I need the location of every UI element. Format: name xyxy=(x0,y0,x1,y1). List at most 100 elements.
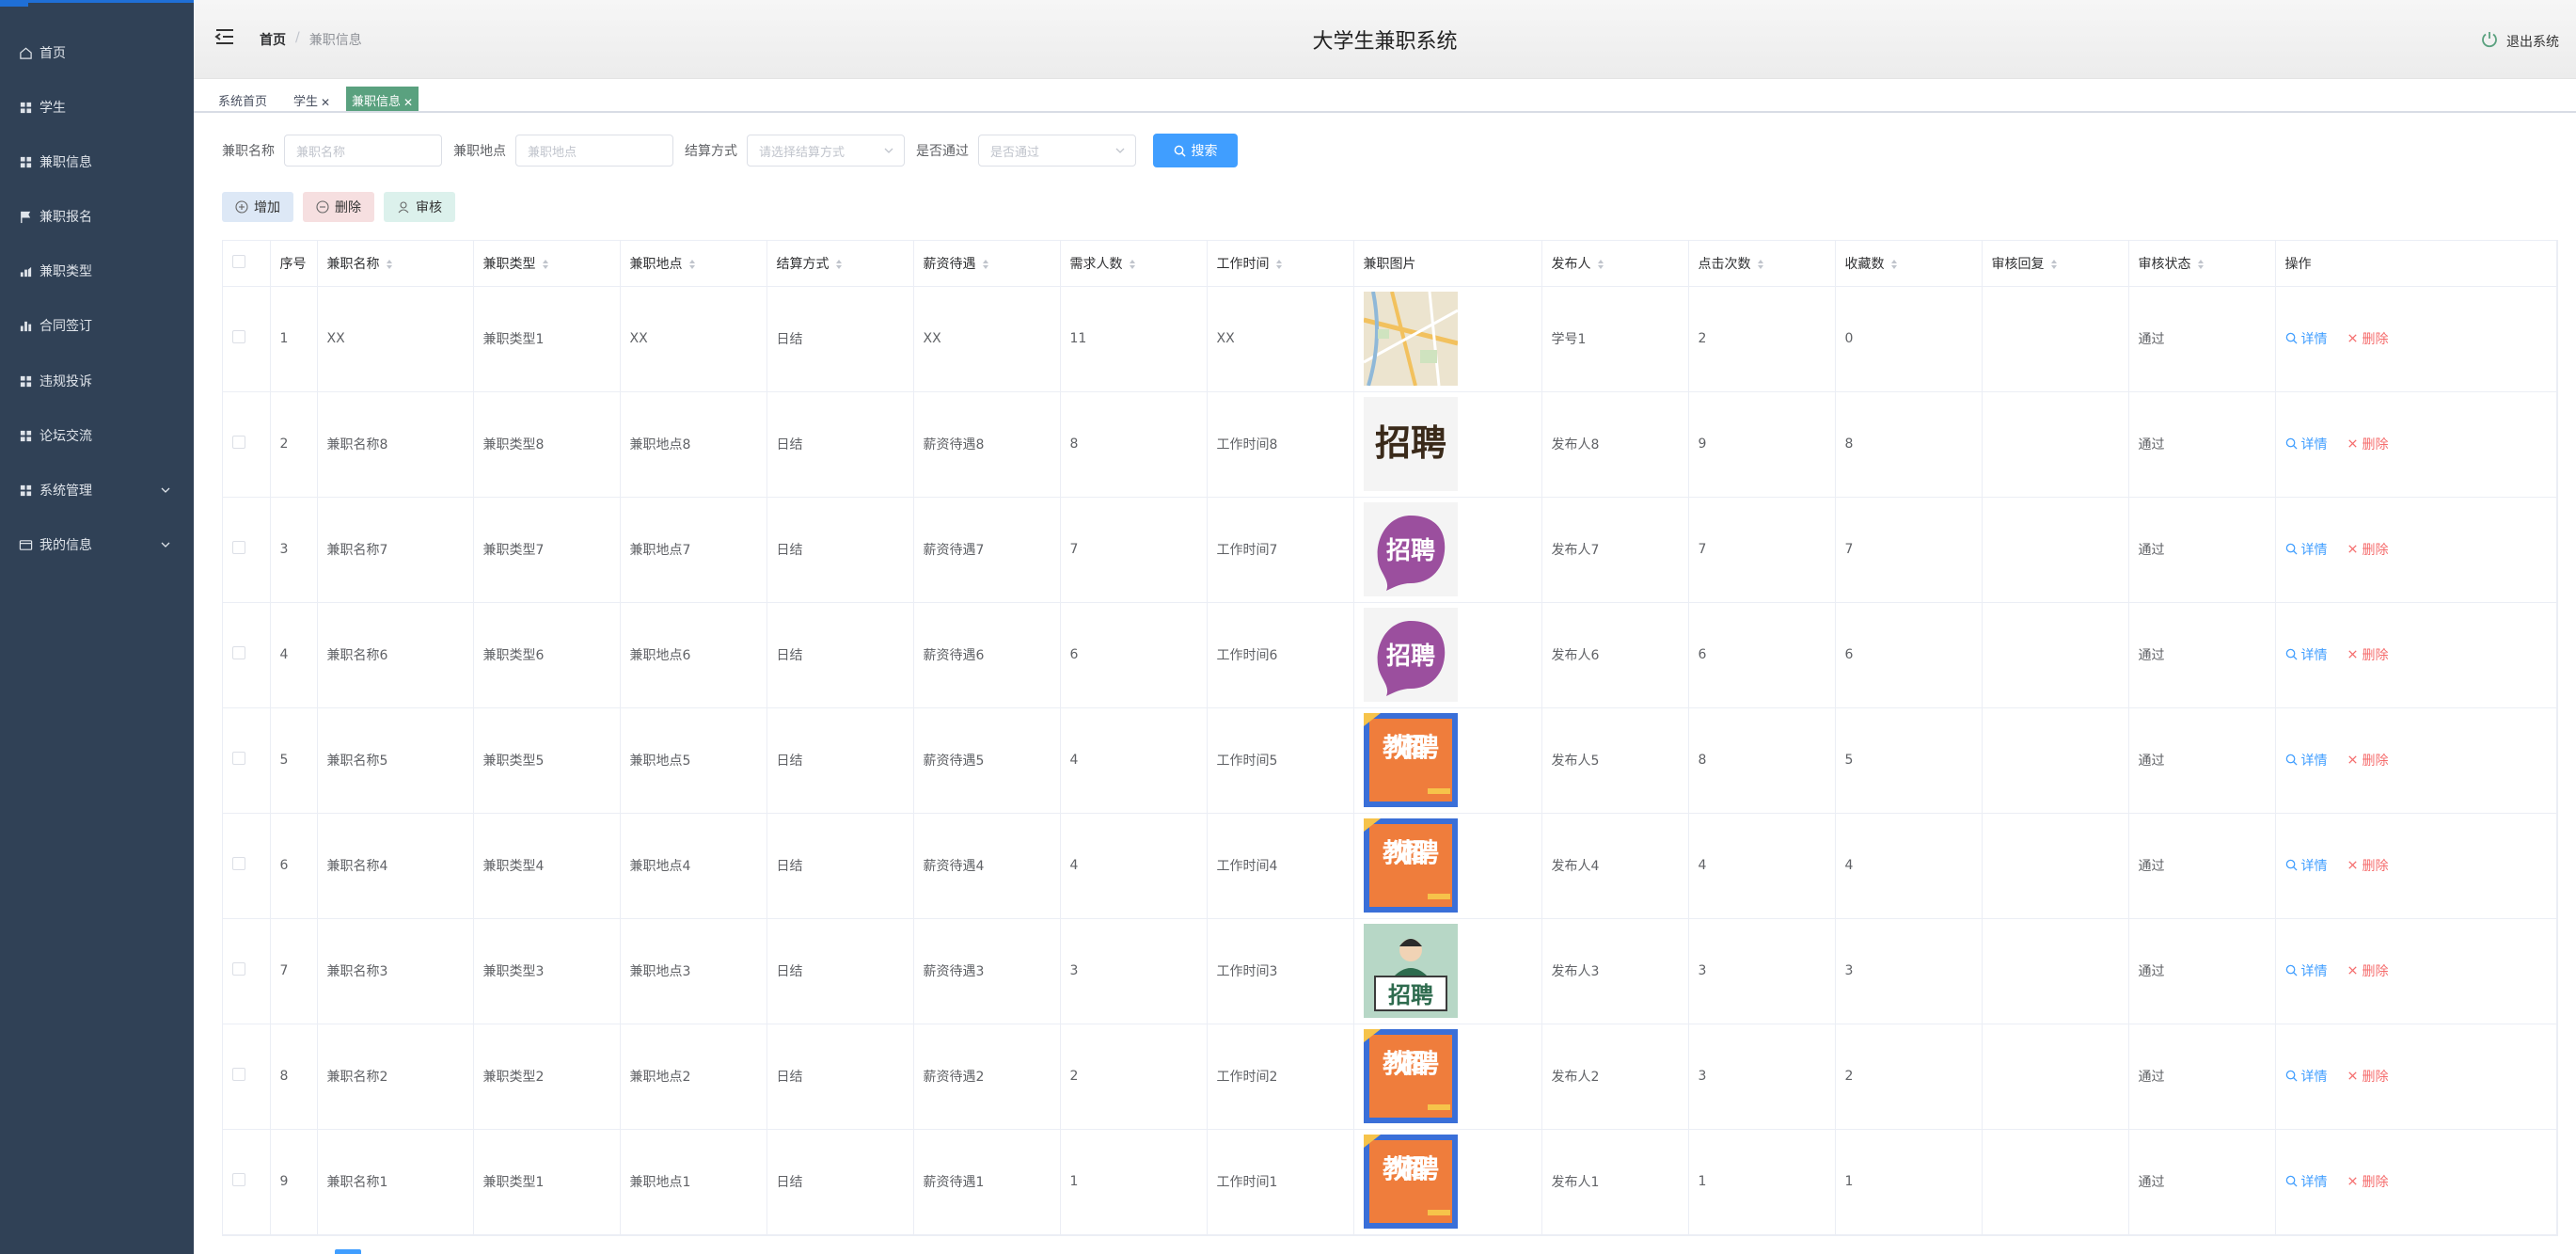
sort-icon[interactable] xyxy=(2050,259,2058,270)
row-delete-button[interactable]: 删除 xyxy=(2347,751,2389,770)
cell-reply xyxy=(1982,602,2129,708)
sort-icon[interactable] xyxy=(688,259,696,270)
add-button[interactable]: 增加 xyxy=(222,192,293,222)
table-row[interactable]: 2 兼职名称8 兼职类型8 兼职地点8 日结 薪资待遇8 8 工作时间8 招聘 发布人8 9 8 通过详… xyxy=(223,391,2557,498)
cell-type: 兼职类型7 xyxy=(473,497,621,603)
job-image-text: 教师招聘 xyxy=(1383,1048,1439,1079)
header-select-all[interactable] xyxy=(223,241,271,287)
row-select[interactable] xyxy=(223,813,271,919)
checkbox[interactable] xyxy=(232,436,245,449)
cell-salary: 薪资待遇4 xyxy=(913,813,1061,919)
sidebar-item-7[interactable]: 违规投诉 xyxy=(0,362,194,400)
detail-button[interactable]: 详情 xyxy=(2285,540,2328,559)
row-select[interactable] xyxy=(223,1024,271,1130)
table-row[interactable]: 6 兼职名称4 兼职类型4 兼职地点4 日结 薪资待遇4 4 工作时间4 教师招聘 发布人4 4 4 通… xyxy=(223,813,2557,919)
sort-icon[interactable] xyxy=(1275,259,1283,270)
column-header-label: 收藏数 xyxy=(1844,256,1885,272)
cell-favs: 5 xyxy=(1835,707,1983,814)
row-delete-button[interactable]: 删除 xyxy=(2347,1067,2389,1086)
row-select[interactable] xyxy=(223,602,271,708)
search-button[interactable]: 搜索 xyxy=(1153,134,1238,167)
place-input[interactable]: 兼职地点 xyxy=(515,135,673,167)
sort-icon[interactable] xyxy=(2197,259,2205,270)
cell-publisher: 发布人7 xyxy=(1541,497,1689,603)
tag-home[interactable]: 系统首页 xyxy=(213,87,273,111)
table-row[interactable]: 9 兼职名称1 兼职类型1 兼职地点1 日结 薪资待遇1 1 工作时间1 教师招聘 发布人1 1 1 通… xyxy=(223,1129,2557,1235)
sidebar-item-9[interactable]: 系统管理 xyxy=(0,471,194,509)
column-header-label: 审核状态 xyxy=(2138,256,2191,272)
row-delete-button[interactable]: 删除 xyxy=(2347,1172,2389,1191)
checkbox[interactable] xyxy=(232,857,245,870)
sort-icon[interactable] xyxy=(835,259,843,270)
row-select[interactable] xyxy=(223,286,271,392)
table-row[interactable]: 3 兼职名称7 兼职类型7 兼职地点7 日结 薪资待遇7 7 工作时间7 招聘 发布人7 7 7 通过详… xyxy=(223,497,2557,603)
row-select[interactable] xyxy=(223,497,271,603)
checkbox[interactable] xyxy=(232,962,245,976)
detail-button[interactable]: 详情 xyxy=(2285,645,2328,664)
sidebar-item-2[interactable]: 学生 xyxy=(0,88,194,126)
logout-button[interactable]: 退出系统 xyxy=(2480,30,2559,53)
close-icon[interactable]: ✕ xyxy=(321,96,330,109)
cell-time: XX xyxy=(1207,286,1354,392)
table-row[interactable]: 7 兼职名称3 兼职类型3 兼职地点3 日结 薪资待遇3 3 工作时间3 招聘 发布人3 3 3 通过详… xyxy=(223,918,2557,1024)
checkbox[interactable] xyxy=(232,330,245,343)
row-select[interactable] xyxy=(223,391,271,498)
table-row[interactable]: 8 兼职名称2 兼职类型2 兼职地点2 日结 薪资待遇2 2 工作时间2 教师招聘 发布人2 3 2 通… xyxy=(223,1024,2557,1130)
sort-icon[interactable] xyxy=(1890,259,1898,270)
table-row[interactable]: 5 兼职名称5 兼职类型5 兼职地点5 日结 薪资待遇5 4 工作时间5 教师招聘 发布人5 8 5 通… xyxy=(223,707,2557,814)
audit-button[interactable]: 审核 xyxy=(384,192,455,222)
detail-button[interactable]: 详情 xyxy=(2285,1172,2328,1191)
sidebar-item-6[interactable]: 合同签订 xyxy=(0,307,194,344)
settle-select[interactable]: 请选择结算方式 xyxy=(747,135,905,167)
detail-button[interactable]: 详情 xyxy=(2285,961,2328,980)
sort-icon[interactable] xyxy=(1597,259,1604,270)
detail-button[interactable]: 详情 xyxy=(2285,856,2328,875)
sidebar-item-3[interactable]: 兼职信息 xyxy=(0,143,194,181)
cell-place: 兼职地点4 xyxy=(620,813,767,919)
sidebar-item-4[interactable]: 兼职报名 xyxy=(0,198,194,235)
cell-img: 招聘 xyxy=(1353,391,1542,498)
sort-icon[interactable] xyxy=(982,259,989,270)
column-header: 兼职地点 xyxy=(620,241,767,287)
row-select[interactable] xyxy=(223,918,271,1024)
tag-parttime-info[interactable]: 兼职信息 ✕ xyxy=(346,87,419,111)
row-delete-button[interactable]: 删除 xyxy=(2347,961,2389,980)
cell-operations: 详情 删除 xyxy=(2275,918,2557,1024)
tag-student[interactable]: 学生 ✕ xyxy=(288,87,336,111)
sort-icon[interactable] xyxy=(1757,259,1764,270)
pass-select[interactable]: 是否通过 xyxy=(978,135,1136,167)
detail-button[interactable]: 详情 xyxy=(2285,1067,2328,1086)
search-icon xyxy=(2285,859,2298,871)
row-delete-button[interactable]: 删除 xyxy=(2347,435,2389,453)
table-row[interactable]: 4 兼职名称6 兼职类型6 兼职地点6 日结 薪资待遇6 6 工作时间6 招聘 发布人6 6 6 通过详… xyxy=(223,602,2557,708)
detail-button[interactable]: 详情 xyxy=(2285,435,2328,453)
sort-icon[interactable] xyxy=(542,259,549,270)
checkbox[interactable] xyxy=(232,541,245,554)
checkbox[interactable] xyxy=(232,646,245,659)
checkbox[interactable] xyxy=(232,254,245,268)
cell-need: 7 xyxy=(1060,497,1208,603)
detail-button[interactable]: 详情 xyxy=(2285,751,2328,770)
row-select[interactable] xyxy=(223,1129,271,1235)
cell-place: 兼职地点8 xyxy=(620,391,767,498)
row-delete-button[interactable]: 删除 xyxy=(2347,645,2389,664)
name-input[interactable]: 兼职名称 xyxy=(284,135,442,167)
detail-button[interactable]: 详情 xyxy=(2285,329,2328,348)
checkbox[interactable] xyxy=(232,752,245,765)
row-delete-button[interactable]: 删除 xyxy=(2347,329,2389,348)
table-row[interactable]: 1 XX 兼职类型1 XX 日结 XX 11 XX 学号1 2 0 通过 详情 删除 xyxy=(223,286,2557,392)
sort-icon[interactable] xyxy=(1129,259,1136,270)
sidebar-item-1[interactable]: 首页 xyxy=(0,34,194,71)
sort-icon[interactable] xyxy=(386,259,393,270)
row-delete-button[interactable]: 删除 xyxy=(2347,856,2389,875)
checkbox[interactable] xyxy=(232,1173,245,1186)
sidebar-item-10[interactable]: 我的信息 xyxy=(0,526,194,564)
sidebar-item-8[interactable]: 论坛交流 xyxy=(0,417,194,454)
row-select[interactable] xyxy=(223,707,271,814)
checkbox[interactable] xyxy=(232,1068,245,1081)
row-delete-button[interactable]: 删除 xyxy=(2347,540,2389,559)
delete-button[interactable]: 删除 xyxy=(303,192,374,222)
close-icon[interactable]: ✕ xyxy=(403,96,413,109)
sidebar-item-5[interactable]: 兼职类型 xyxy=(0,252,194,290)
pagination-active-page[interactable] xyxy=(335,1249,361,1254)
